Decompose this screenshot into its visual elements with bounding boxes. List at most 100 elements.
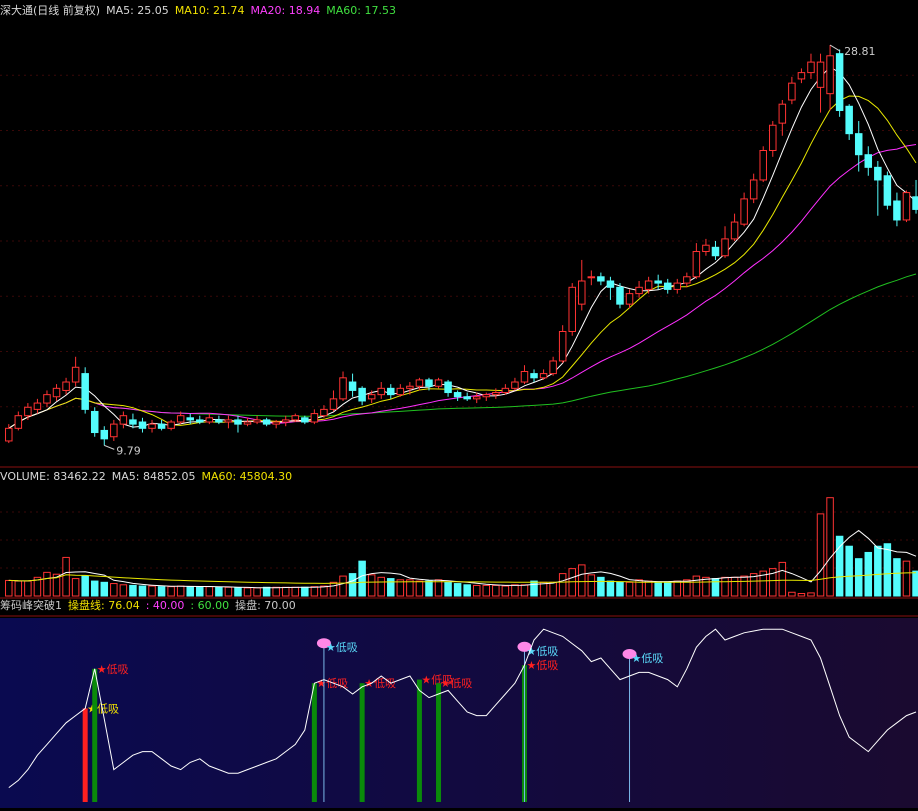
candle-body (520, 370, 529, 383)
low-price-label: 9.79 (116, 444, 140, 457)
candle-body (5, 427, 13, 442)
candle-body (807, 61, 815, 74)
volume-bar (205, 586, 214, 597)
candle-body (730, 221, 739, 240)
volume-bar (453, 583, 462, 597)
volume-bar (625, 581, 634, 597)
candle-body (234, 419, 242, 425)
volume-bar (549, 581, 557, 597)
candle-body (205, 417, 214, 423)
volume-bar (740, 575, 748, 597)
high-price-label: 28.81 (844, 45, 876, 58)
candle-body (797, 72, 806, 80)
candle-body (129, 419, 137, 425)
candle-body (71, 366, 80, 383)
volume-bar (310, 586, 319, 597)
volume-bar (138, 585, 147, 597)
volume-bar (597, 576, 605, 597)
stock-chart: 28.819.79★低吸★低吸★低吸★低吸★低吸 ★低吸★低吸★低吸★低吸★低吸 (0, 44, 918, 808)
candle-body (262, 419, 271, 425)
volume-bar (291, 586, 300, 597)
indicator-header: 筹码峰突破1 操盘线: 76.04: 40.00: 60.00 操盘: 70.00 (0, 599, 302, 613)
volume-bar (587, 574, 596, 597)
candle-body (511, 381, 519, 389)
candle-body (501, 387, 510, 394)
price-header: 深大通(日线 前复权) MA5: 25.05 MA10: 21.74 MA20: 18… (0, 4, 402, 18)
candle-body (272, 421, 280, 425)
volume-bar (826, 497, 834, 597)
ma10-label: MA10: 21.74 (174, 4, 245, 17)
candle-body (339, 377, 347, 400)
candle-body (587, 276, 596, 279)
volume-bar (702, 576, 710, 597)
volume-bar (100, 581, 109, 597)
candle-body (492, 392, 500, 396)
volume-bar (874, 545, 882, 597)
volume-bar (14, 580, 23, 597)
volume-bar (167, 586, 175, 597)
volume-bar (176, 585, 185, 597)
volume-bar (262, 586, 271, 597)
indicator-name: 筹码峰突破1 (0, 599, 62, 612)
signal-label: ★低吸 (364, 677, 396, 690)
volume-bar (854, 558, 863, 597)
volume-bar (43, 571, 51, 597)
volume-bar (272, 586, 280, 597)
candle-body (683, 276, 691, 284)
candle-body (24, 406, 32, 417)
candle-body (215, 419, 223, 423)
ma5-label: MA5: 25.05 (106, 4, 169, 17)
volume-bar (788, 591, 796, 597)
candle-body (472, 396, 481, 400)
signal-label: ★低吸 (441, 677, 473, 690)
candle-body (434, 379, 443, 387)
low-marker (104, 444, 115, 450)
candle-body (406, 385, 414, 389)
signal-bar (416, 679, 422, 802)
candle-body (597, 276, 605, 282)
candle-body (883, 175, 892, 206)
candle-body (692, 251, 701, 278)
volume-bar (157, 586, 166, 597)
volume-bar (501, 585, 510, 597)
volume-bar (845, 545, 853, 597)
candle-body (157, 423, 166, 429)
volume-bar (893, 558, 901, 597)
volume-bar (425, 580, 433, 597)
candle-body (635, 286, 643, 295)
candle-body (186, 417, 194, 421)
candle-body (453, 392, 462, 398)
volume-bar (511, 584, 519, 597)
signal-label: ★低吸 (526, 659, 558, 672)
candle-body (835, 53, 844, 112)
volume-bar (196, 586, 204, 597)
candle-body (721, 238, 729, 257)
volume-bar (110, 583, 118, 597)
signal-label: ★低吸 (632, 652, 664, 665)
volume-ma60-label: MA60: 45804.30 (201, 470, 293, 483)
volume-bar (62, 556, 70, 597)
candle-body (176, 415, 185, 423)
volume-bar (444, 581, 452, 597)
candle-body (358, 387, 366, 402)
candle-body (912, 196, 918, 210)
candle-body (425, 379, 433, 387)
ma60-label: MA60: 17.53 (326, 4, 396, 17)
volume-bar (234, 587, 242, 597)
candle-body (301, 417, 309, 423)
volume-bar (119, 584, 128, 597)
candle-body (444, 381, 452, 394)
candle-body (329, 398, 338, 410)
volume-bar (530, 580, 538, 597)
candle-body (33, 402, 42, 410)
volume-bar (492, 584, 500, 597)
candle-body (348, 381, 357, 391)
candle-body (788, 82, 796, 101)
candle-body (902, 192, 911, 221)
volume-bar (71, 578, 80, 597)
candle-body (52, 387, 61, 398)
volume-bar (463, 584, 471, 597)
ma20-label: MA20: 18.94 (250, 4, 321, 17)
candle-body (539, 373, 548, 379)
candle-body (415, 379, 424, 387)
